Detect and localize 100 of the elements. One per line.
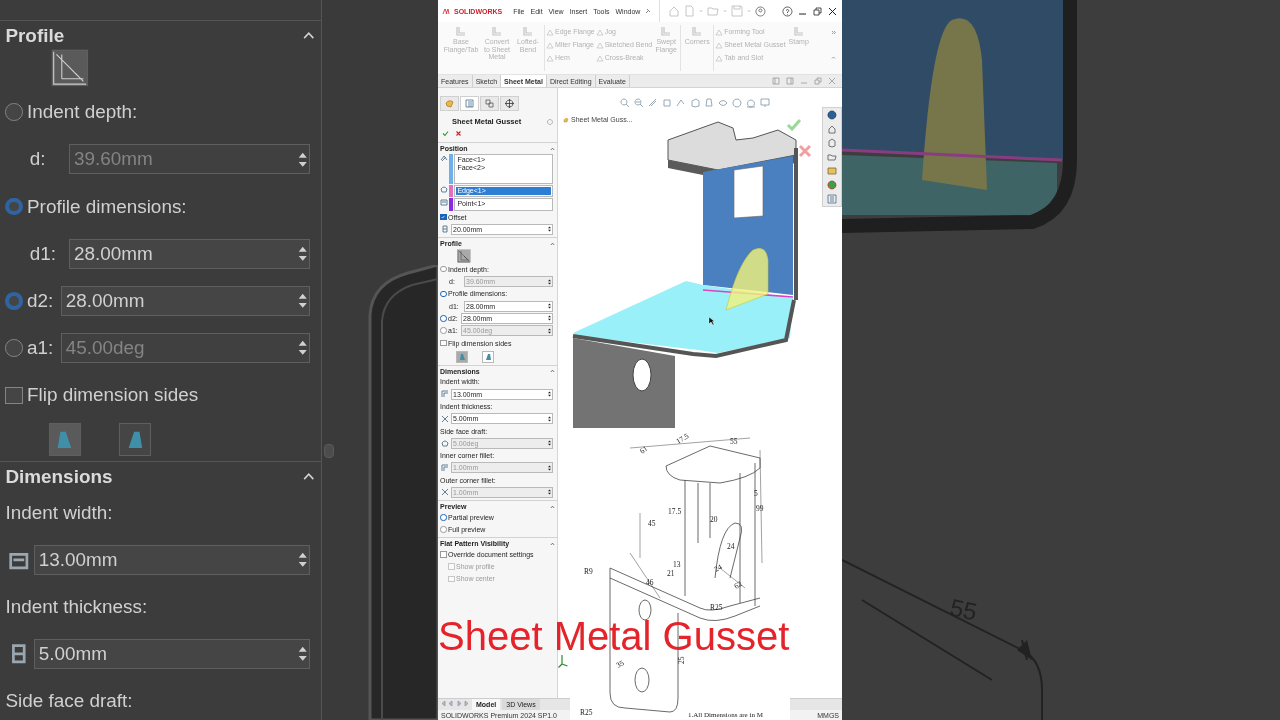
home-icon[interactable]: [668, 5, 681, 17]
radio-button[interactable]: [440, 514, 447, 521]
pin-icon[interactable]: [645, 8, 652, 14]
spinner-icon[interactable]: [547, 225, 552, 234]
splitter-handle[interactable]: [324, 444, 334, 458]
list-icon: [465, 99, 474, 108]
tool-icon: [440, 184, 448, 193]
section-title: Profile: [5, 24, 65, 47]
feature-tree-tab[interactable]: [440, 96, 459, 111]
view-tool-icon[interactable]: [760, 98, 770, 108]
tool-icon: [441, 390, 449, 399]
tool-icon: [441, 439, 449, 448]
tool-icon: [440, 153, 448, 162]
checkbox-label: Flip dimension sides: [27, 384, 199, 407]
property-tab[interactable]: [460, 96, 479, 111]
checkbox[interactable]: [5, 386, 23, 405]
spinner-icon[interactable]: [547, 390, 552, 399]
checkbox[interactable]: [440, 339, 447, 347]
flip-option-button[interactable]: [456, 350, 468, 363]
tool-icon: [441, 414, 449, 423]
field-label: d1:: [29, 242, 57, 265]
checkbox[interactable]: [440, 213, 447, 221]
field-label: d:: [29, 148, 47, 171]
tool-icon: [522, 25, 534, 37]
profile-diagram-icon: [51, 49, 90, 88]
radio-button[interactable]: [5, 292, 23, 310]
tool-icon: [792, 25, 805, 37]
restore-icon[interactable]: [812, 5, 823, 17]
option-label: Indent depth:: [27, 101, 138, 124]
tool-icon: [455, 25, 467, 37]
tool-icon: [440, 198, 448, 206]
checkbox[interactable]: [440, 551, 447, 558]
number-field[interactable]: 28.00mm: [68, 238, 311, 269]
tile-icon[interactable]: [772, 77, 780, 85]
collapse-chevron-icon[interactable]: [550, 541, 555, 546]
expand-icon[interactable]: [831, 30, 836, 35]
folder-icon[interactable]: [707, 5, 720, 17]
spinner-icon[interactable]: [547, 414, 552, 423]
section-title: Dimensions: [5, 465, 113, 488]
save-icon[interactable]: [731, 5, 744, 17]
radio-button[interactable]: [440, 526, 447, 533]
axis-triad-icon: [558, 654, 568, 668]
collapse-chevron-icon[interactable]: [550, 241, 555, 246]
collapse-chevron-icon[interactable]: [550, 504, 555, 509]
tool-icon: [660, 25, 673, 37]
gusset-shape-icon: [484, 352, 492, 361]
field-label: Indent width:: [5, 501, 113, 524]
option-label: Profile dimensions:: [27, 195, 187, 218]
spinner-icon[interactable]: [547, 302, 552, 311]
confirm-check-icon[interactable]: [786, 118, 802, 132]
view-tool-icon[interactable]: [620, 98, 630, 108]
close-icon[interactable]: [827, 5, 838, 17]
crosshair-icon: [505, 99, 514, 108]
tool-icon: [491, 25, 503, 37]
field-label: Side face draft:: [5, 690, 133, 713]
collapse-chevron-icon[interactable]: [550, 369, 555, 374]
folder-icon[interactable]: [827, 152, 837, 162]
tool-icon: [441, 225, 449, 234]
view-tool-icon[interactable]: [746, 98, 756, 108]
tool-icon: [691, 25, 704, 37]
user-icon[interactable]: [755, 5, 767, 17]
field-label: Indent thickness:: [5, 596, 148, 618]
profile-diagram-icon: [457, 248, 471, 263]
image-icon[interactable]: [827, 166, 837, 176]
number-field[interactable]: 5.00mm: [33, 639, 311, 670]
collapse-chevron-icon[interactable]: [550, 146, 555, 151]
cancel-x-icon[interactable]: [455, 130, 462, 137]
part-icon: [445, 99, 454, 108]
number-field[interactable]: 13.00mm: [33, 544, 311, 575]
radio-button[interactable]: [440, 315, 447, 322]
globe-icon[interactable]: [827, 110, 837, 120]
view-tool-icon[interactable]: [648, 98, 658, 108]
tool-icon: [441, 463, 449, 472]
gusset-shape-icon: [458, 352, 466, 361]
field-label: a1:: [27, 337, 55, 360]
flip-option-button[interactable]: [48, 423, 81, 456]
number-field[interactable]: 28.00mm: [60, 286, 311, 316]
list-icon[interactable]: [827, 194, 837, 204]
radio-button[interactable]: [440, 266, 447, 273]
view-tool-icon[interactable]: [634, 98, 644, 108]
cursor-icon: [708, 316, 715, 326]
flip-option-button[interactable]: [118, 423, 152, 456]
tool-icon: [441, 488, 449, 497]
radio-button[interactable]: [440, 290, 447, 298]
spinner-icon[interactable]: [547, 314, 552, 323]
cancel-x-icon[interactable]: [798, 144, 812, 158]
configuration-icon: [485, 99, 494, 108]
ok-check-icon[interactable]: [442, 130, 449, 137]
radio-button[interactable]: [5, 103, 23, 121]
logo-icon: [442, 7, 450, 15]
flip-option-button[interactable]: [482, 350, 494, 363]
dimxpert-tab[interactable]: [500, 96, 519, 111]
cube-icon[interactable]: [827, 138, 837, 148]
tile-icon[interactable]: [786, 77, 794, 85]
home-icon[interactable]: [827, 124, 837, 134]
radio-button[interactable]: [5, 197, 23, 216]
document-icon[interactable]: [684, 5, 696, 17]
navigation-arrows-icon[interactable]: [440, 699, 470, 708]
field-label: d2:: [27, 290, 55, 312]
part-icon: [563, 116, 569, 123]
